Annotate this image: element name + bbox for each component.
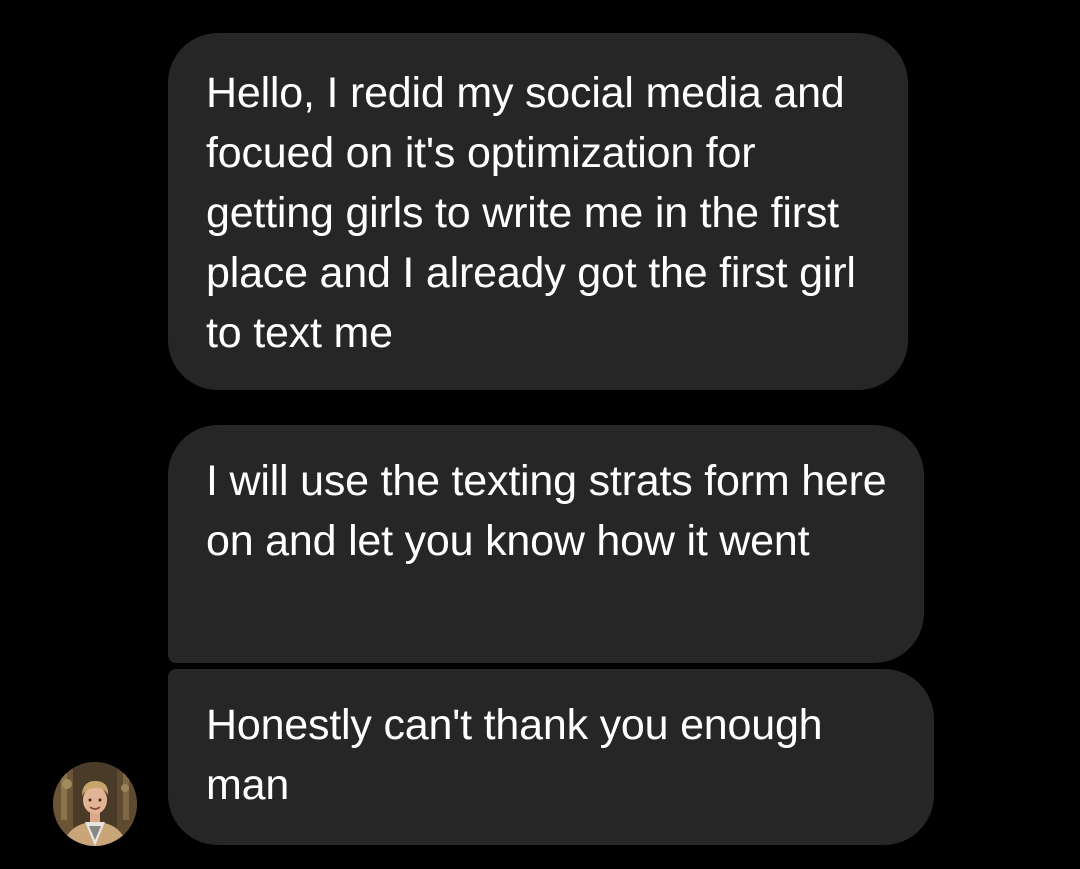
- profile-photo-icon: [53, 762, 137, 846]
- message-text: Honestly can't thank you enough man: [206, 701, 823, 809]
- message-text: Hello, I redid my social media and focue…: [206, 69, 856, 357]
- message-bubble[interactable]: I will use the texting strats form here …: [168, 425, 924, 663]
- message-bubble[interactable]: Honestly can't thank you enough man: [168, 669, 934, 845]
- message-thread: Hello, I redid my social media and focue…: [0, 0, 1080, 869]
- message-bubble[interactable]: Hello, I redid my social media and focue…: [168, 33, 908, 390]
- message-text: I will use the texting strats form here …: [206, 457, 887, 565]
- sender-avatar[interactable]: [53, 762, 137, 846]
